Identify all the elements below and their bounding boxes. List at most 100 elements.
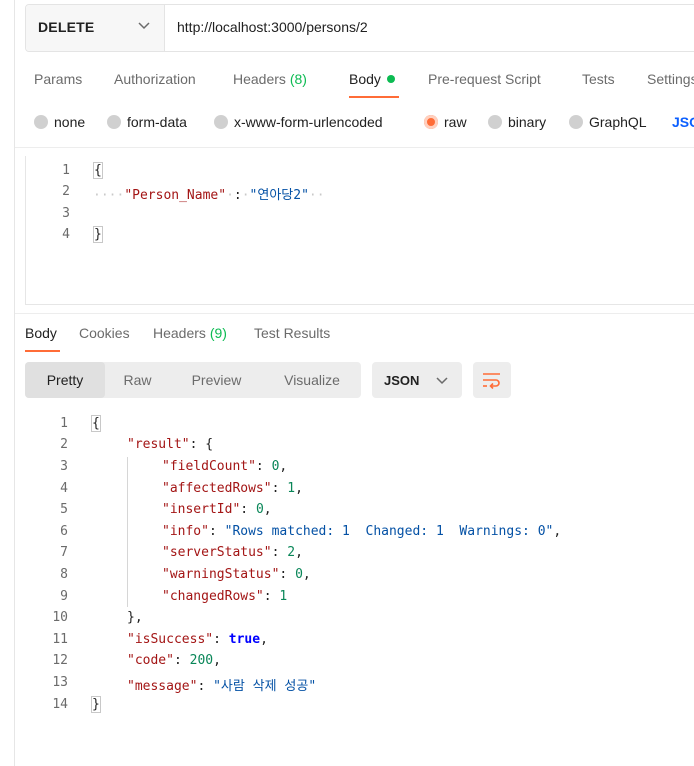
code-line: "warningStatus": 0, <box>162 567 311 582</box>
divider <box>15 313 694 314</box>
view-raw-button[interactable]: Raw <box>105 362 170 398</box>
json-colon: : <box>233 188 242 203</box>
tab-settings[interactable]: Settings <box>647 71 694 87</box>
line-number: 12 <box>52 653 68 668</box>
radio-circle-icon <box>569 115 583 129</box>
request-body-editor[interactable]: 1 2 3 4 { ····"Person_Name"·:·"연아당2"·· } <box>25 156 694 305</box>
radio-label: none <box>54 114 86 130</box>
code-line: "affectedRows": 1, <box>162 481 303 496</box>
indent-guide <box>127 457 128 607</box>
json-key: "changedRows" <box>162 589 264 604</box>
code-line: "isSuccess": true, <box>127 632 268 647</box>
line-number: 3 <box>60 459 68 474</box>
json-punct: , <box>295 545 303 560</box>
json-value: true <box>228 632 261 647</box>
json-punct: , <box>553 524 562 539</box>
line-number: 4 <box>60 481 68 496</box>
radio-circle-icon <box>107 115 121 129</box>
code-line: "fieldCount": 0, <box>162 459 288 474</box>
json-value: 0 <box>295 567 303 582</box>
method-select[interactable]: DELETE <box>26 5 165 51</box>
line-number: 2 <box>60 437 68 452</box>
view-mode-group: Pretty Raw Preview Visualize <box>25 362 361 398</box>
line-number: 10 <box>52 610 68 625</box>
whitespace-dots: ···· <box>93 188 125 203</box>
json-value: "사람 삭제 성공" <box>213 679 317 694</box>
line-number: 5 <box>60 502 68 517</box>
tab-body-label: Body <box>349 71 381 87</box>
chevron-down-icon <box>436 377 448 385</box>
json-key: "isSuccess" <box>127 632 214 647</box>
request-url-bar: DELETE http://localhost:3000/persons/2 <box>25 4 694 52</box>
divider <box>15 147 694 148</box>
line-number: 2 <box>62 184 70 199</box>
tab-body[interactable]: Body <box>349 71 395 87</box>
close-brace: } <box>93 226 103 243</box>
code-line: "serverStatus": 2, <box>162 545 303 560</box>
tab-authorization[interactable]: Authorization <box>114 71 196 87</box>
code-line: "message": "사람 삭제 성공" <box>127 679 317 694</box>
line-number: 1 <box>60 416 68 431</box>
json-key: "message" <box>127 679 198 694</box>
close-brace: } <box>91 696 101 713</box>
response-tab-cookies[interactable]: Cookies <box>79 325 130 341</box>
code-line: "insertId": 0, <box>162 502 272 517</box>
body-modified-dot-icon <box>386 75 395 83</box>
json-key: "info" <box>162 524 209 539</box>
json-punct: , <box>302 567 311 582</box>
method-label: DELETE <box>38 19 95 35</box>
whitespace-dots: · <box>241 188 250 203</box>
radio-label: binary <box>508 114 547 130</box>
json-punct: : { <box>189 437 214 452</box>
radio-label: form-data <box>127 114 187 130</box>
tab-params[interactable]: Params <box>34 71 82 87</box>
line-number: 1 <box>62 163 70 178</box>
line-number: 11 <box>52 632 68 647</box>
json-punct: , <box>295 481 303 496</box>
code-line: "code": 200, <box>127 653 221 668</box>
json-key: "result" <box>127 437 190 452</box>
json-key: "affectedRows" <box>162 481 272 496</box>
code-line: "result": { <box>127 437 213 452</box>
chevron-down-icon <box>138 22 150 30</box>
line-number: 6 <box>60 524 68 539</box>
json-key: "fieldCount" <box>162 459 256 474</box>
radio-circle-icon <box>488 115 502 129</box>
wrap-lines-icon <box>483 373 500 389</box>
wrap-lines-button[interactable] <box>473 362 511 398</box>
json-punct: , <box>260 632 268 647</box>
tab-tests[interactable]: Tests <box>582 71 615 87</box>
radio-circle-icon <box>34 115 48 129</box>
whitespace-dots: ·· <box>308 188 325 203</box>
open-brace: { <box>91 415 101 432</box>
response-format-label: JSON <box>384 373 420 388</box>
radio-selected-icon <box>424 115 438 129</box>
response-tab-headers-label: Headers <box>153 325 206 341</box>
code-line: "changedRows": 1 <box>162 589 288 604</box>
response-tab-test-results[interactable]: Test Results <box>254 325 330 341</box>
url-input[interactable]: http://localhost:3000/persons/2 <box>177 19 368 35</box>
code-line: ····"Person_Name"·:·"연아당2"·· <box>93 184 325 203</box>
json-value: 1 <box>279 589 288 604</box>
json-punct: , <box>279 459 288 474</box>
view-pretty-button[interactable]: Pretty <box>25 362 105 398</box>
view-visualize-button[interactable]: Visualize <box>263 362 361 398</box>
response-tab-headers[interactable]: Headers (9) <box>153 325 227 341</box>
response-tab-body[interactable]: Body <box>25 325 57 341</box>
line-number: 4 <box>62 227 70 242</box>
radio-circle-icon <box>214 115 228 129</box>
tab-headers-label: Headers <box>233 71 286 87</box>
response-format-select[interactable]: JSON <box>372 362 462 398</box>
json-value: 0 <box>255 502 264 517</box>
code-line: "info": "Rows matched: 1 Changed: 1 Warn… <box>162 524 562 539</box>
response-headers-count: (9) <box>209 325 227 341</box>
tab-pre-request-script[interactable]: Pre-request Script <box>428 71 541 87</box>
line-number: 8 <box>60 567 68 582</box>
json-value: 2 <box>287 545 296 560</box>
body-format-select[interactable]: JSON <box>672 114 694 130</box>
tab-headers[interactable]: Headers (8) <box>233 71 307 87</box>
line-number: 14 <box>52 697 68 712</box>
left-panel-border <box>14 0 15 766</box>
view-preview-button[interactable]: Preview <box>170 362 263 398</box>
json-key: "Person_Name" <box>124 188 227 203</box>
